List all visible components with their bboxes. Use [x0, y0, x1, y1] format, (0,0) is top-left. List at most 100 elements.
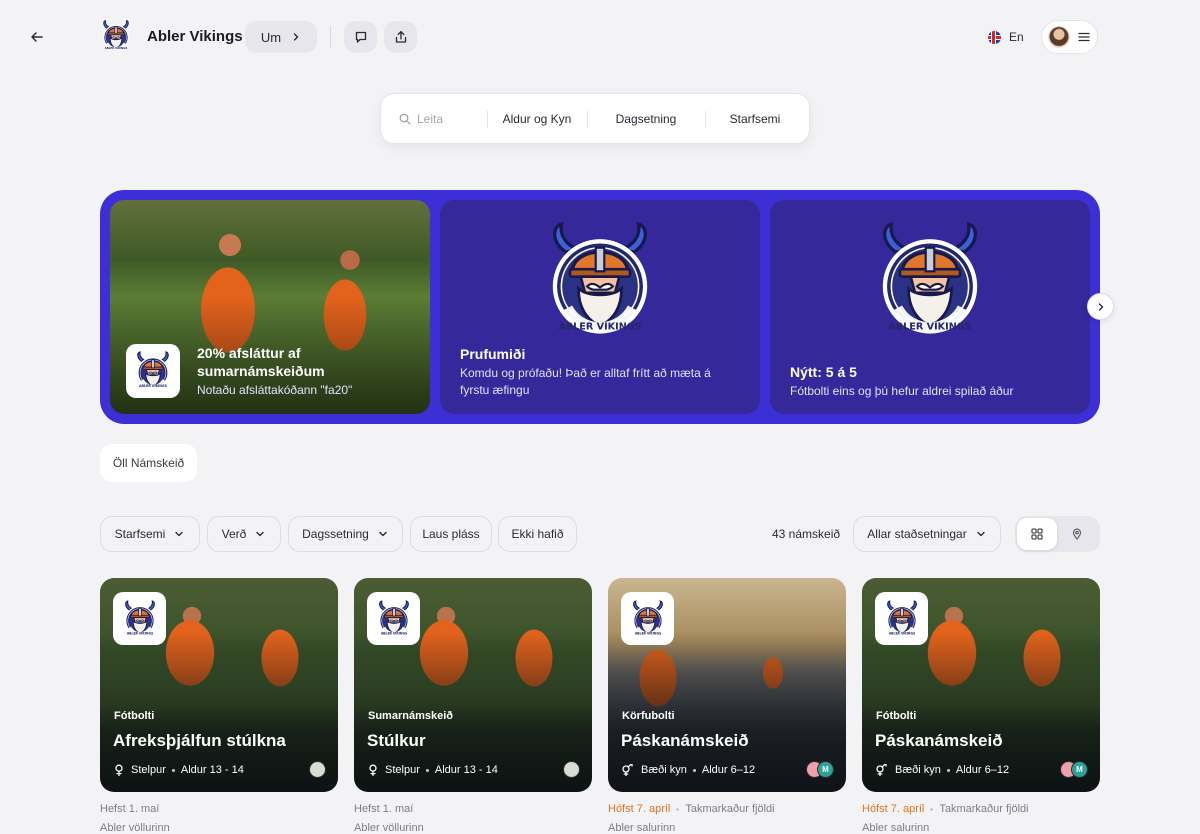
course-age: Aldur 13 - 14 — [180, 764, 244, 776]
separator-dot — [946, 768, 950, 772]
female-icon — [115, 764, 123, 776]
user-menu-button[interactable] — [1041, 20, 1098, 54]
separator-dot — [425, 768, 429, 772]
filter-activity[interactable]: Starfsemi — [100, 516, 200, 552]
search-date[interactable]: Dagsetning — [587, 94, 705, 143]
promo-card-trial[interactable]: Prufumiði Komdu og prófaðu! Það er allta… — [440, 200, 760, 414]
course-start: Hefst 1. maí — [100, 803, 160, 815]
filter-not-started[interactable]: Ekki hafið — [498, 516, 577, 552]
chevron-right-icon — [1098, 302, 1103, 311]
club-logo — [135, 351, 171, 391]
flag-icon — [988, 30, 1001, 44]
course-card[interactable]: Fótbolti Afreksþjálfun stúlkna Stelpur A… — [100, 578, 338, 792]
course-meta: Stelpur Aldur 13 - 14 — [367, 764, 498, 776]
course-start: Hefst 1. maí — [354, 803, 414, 815]
course-title: Stúlkur — [367, 731, 426, 750]
language-selector[interactable]: En — [988, 26, 1024, 48]
chat-icon — [355, 31, 366, 43]
promo-subtitle: Notaðu afsláttakóðann "fa20" — [197, 383, 353, 397]
course-logo — [367, 592, 420, 645]
course-status-row: Hófst 7. apríl Takmarkaður fjöldi — [862, 803, 1029, 815]
promo-subtitle: Komdu og prófaðu! Það er alltaf frítt að… — [460, 366, 711, 397]
course-card[interactable]: Sumarnámskeið Stúlkur Stelpur Aldur 13 -… — [354, 578, 592, 792]
search-activity[interactable]: Starfsemi — [705, 94, 805, 143]
separator-dot — [676, 807, 680, 811]
search-field[interactable] — [381, 94, 487, 143]
chevron-down-icon — [173, 528, 185, 540]
course-category: Fótbolti — [876, 710, 917, 722]
course-gender: Stelpur — [131, 764, 166, 776]
course-title: Afreksþjálfun stúlkna — [113, 731, 286, 750]
course-location: Abler völlurinn — [354, 822, 424, 834]
club-logo — [631, 600, 665, 638]
separator-dot — [930, 807, 934, 811]
instructor-avatars — [309, 761, 326, 778]
about-button[interactable]: Um — [245, 21, 317, 53]
course-meta: Bæði kyn Aldur 6–12 — [621, 764, 755, 776]
chevron-right-icon — [293, 33, 299, 41]
search-age-gender[interactable]: Aldur og Kyn — [487, 94, 587, 143]
instructor-avatar — [309, 761, 326, 778]
course-logo — [875, 592, 928, 645]
course-capacity: Takmarkaður fjöldi — [685, 803, 775, 815]
carousel-next-button[interactable] — [1087, 293, 1114, 320]
filter-price[interactable]: Verð — [207, 516, 281, 552]
promo-title: Prufumiði — [460, 346, 526, 362]
search-bar: Aldur og Kyn Dagsetning Starfsemi — [380, 93, 810, 144]
grid-icon — [1031, 528, 1043, 540]
location-select[interactable]: Allar staðsetningar — [853, 516, 1001, 552]
promo-logo — [126, 344, 180, 398]
course-card[interactable]: Körfubolti Páskanámskeið Bæði kyn Aldur … — [608, 578, 846, 792]
course-start: Hófst 7. apríl — [862, 803, 925, 815]
course-category: Sumarnámskeið — [368, 710, 453, 722]
tab-all-courses[interactable]: Öll Námskeið — [100, 444, 197, 482]
back-arrow-icon — [31, 32, 43, 42]
female-icon — [369, 764, 377, 776]
instructor-avatars — [563, 761, 580, 778]
back-button[interactable] — [22, 24, 52, 50]
header-divider — [330, 26, 331, 48]
instructor-avatar: M — [1071, 761, 1088, 778]
course-location: Abler völlurinn — [100, 822, 170, 834]
separator-dot — [171, 768, 175, 772]
chevron-down-icon — [377, 528, 389, 540]
club-logo — [100, 20, 132, 52]
share-button[interactable] — [384, 21, 417, 53]
instructor-avatar: M — [817, 761, 834, 778]
course-status-row: Hófst 7. apríl Takmarkaður fjöldi — [608, 803, 775, 815]
view-toggle — [1015, 516, 1100, 552]
map-view-button[interactable] — [1057, 518, 1097, 550]
course-age: Aldur 6–12 — [955, 764, 1010, 776]
chevron-down-icon — [254, 528, 266, 540]
instructor-avatars: M — [806, 761, 834, 778]
course-location: Abler salurinn — [862, 822, 930, 834]
club-logo — [546, 222, 654, 340]
search-icon — [399, 113, 411, 125]
course-gender: Stelpur — [385, 764, 420, 776]
search-input[interactable] — [417, 111, 487, 126]
gender-both-icon — [622, 764, 633, 776]
course-category: Körfubolti — [622, 710, 675, 722]
promo-card-discount[interactable]: 20% afsláttur af sumarnámskeiðum Notaðu … — [110, 200, 430, 414]
chevron-down-icon — [975, 528, 987, 540]
instructor-avatar — [563, 761, 580, 778]
filter-available[interactable]: Laus pláss — [410, 516, 492, 552]
course-card[interactable]: Fótbolti Páskanámskeið Bæði kyn Aldur 6–… — [862, 578, 1100, 792]
separator-dot — [692, 768, 696, 772]
club-logo — [377, 600, 411, 638]
chat-button[interactable] — [344, 21, 377, 53]
course-start: Hófst 7. apríl — [608, 803, 671, 815]
filter-date[interactable]: Dagssetning — [288, 516, 403, 552]
course-meta: Stelpur Aldur 13 - 14 — [113, 764, 244, 776]
grid-view-button[interactable] — [1017, 518, 1057, 550]
course-title: Páskanámskeið — [621, 731, 749, 750]
course-category: Fótbolti — [114, 710, 155, 722]
promo-title: Nýtt: 5 á 5 — [790, 364, 857, 380]
filter-label: Starfsemi — [114, 527, 166, 541]
gender-both-icon — [876, 764, 887, 776]
course-gender: Bæði kyn — [895, 764, 941, 776]
course-logo — [113, 592, 166, 645]
course-title: Páskanámskeið — [875, 731, 1003, 750]
map-pin-icon — [1072, 528, 1082, 540]
promo-card-new[interactable]: Nýtt: 5 á 5 Fótbolti eins og þú hefur al… — [770, 200, 1090, 414]
